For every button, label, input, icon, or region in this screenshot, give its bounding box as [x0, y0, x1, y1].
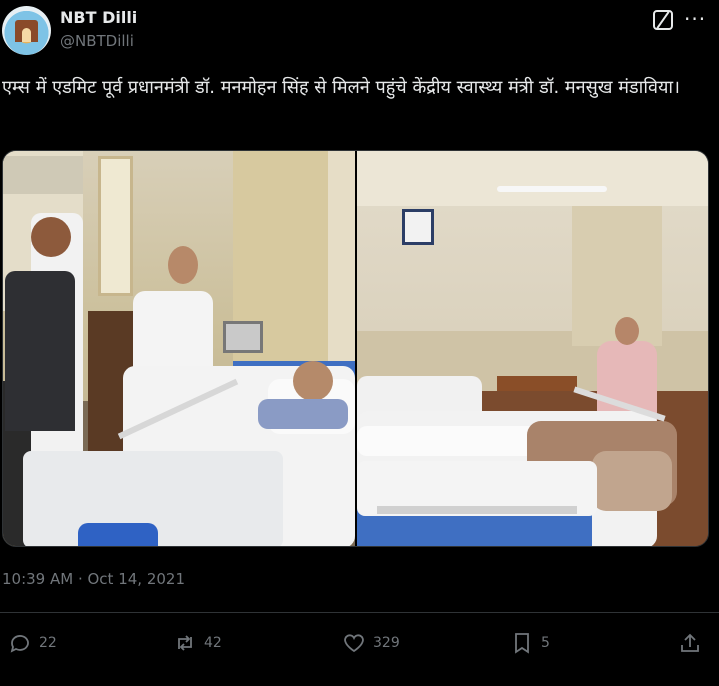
more-icon[interactable]: ··· [684, 7, 706, 31]
bookmark-count: 5 [541, 635, 550, 651]
bookmark-button[interactable]: 5 [510, 625, 550, 661]
like-count: 329 [373, 635, 400, 651]
reply-count: 22 [39, 635, 57, 651]
reply-icon [10, 635, 29, 653]
hospital-photo-left[interactable] [3, 151, 355, 546]
media-grid [2, 150, 709, 547]
user-handle[interactable]: @NBTDilli [60, 32, 134, 50]
repost-button[interactable]: 42 [173, 625, 222, 661]
divider [0, 612, 719, 613]
reply-button[interactable]: 22 [8, 625, 57, 661]
share-button[interactable] [678, 625, 702, 661]
bookmark-icon [515, 633, 529, 654]
action-bar: 22 42 329 5 [0, 625, 719, 661]
tweet-header: NBT Dilli @NBTDilli ··· [0, 0, 719, 62]
avatar[interactable] [2, 6, 51, 55]
like-button[interactable]: 329 [342, 625, 400, 661]
repost-count: 42 [204, 635, 222, 651]
repost-icon [178, 635, 192, 651]
display-name[interactable]: NBT Dilli [60, 8, 137, 27]
hospital-photo-right[interactable] [357, 151, 708, 546]
heart-icon [344, 634, 364, 653]
tweet-text: एम्स में एडमिट पूर्व प्रधानमंत्री डॉ. मन… [2, 77, 680, 98]
share-icon [681, 633, 699, 652]
grok-icon[interactable] [653, 10, 673, 30]
timestamp[interactable]: 10:39 AM · Oct 14, 2021 [2, 570, 185, 588]
